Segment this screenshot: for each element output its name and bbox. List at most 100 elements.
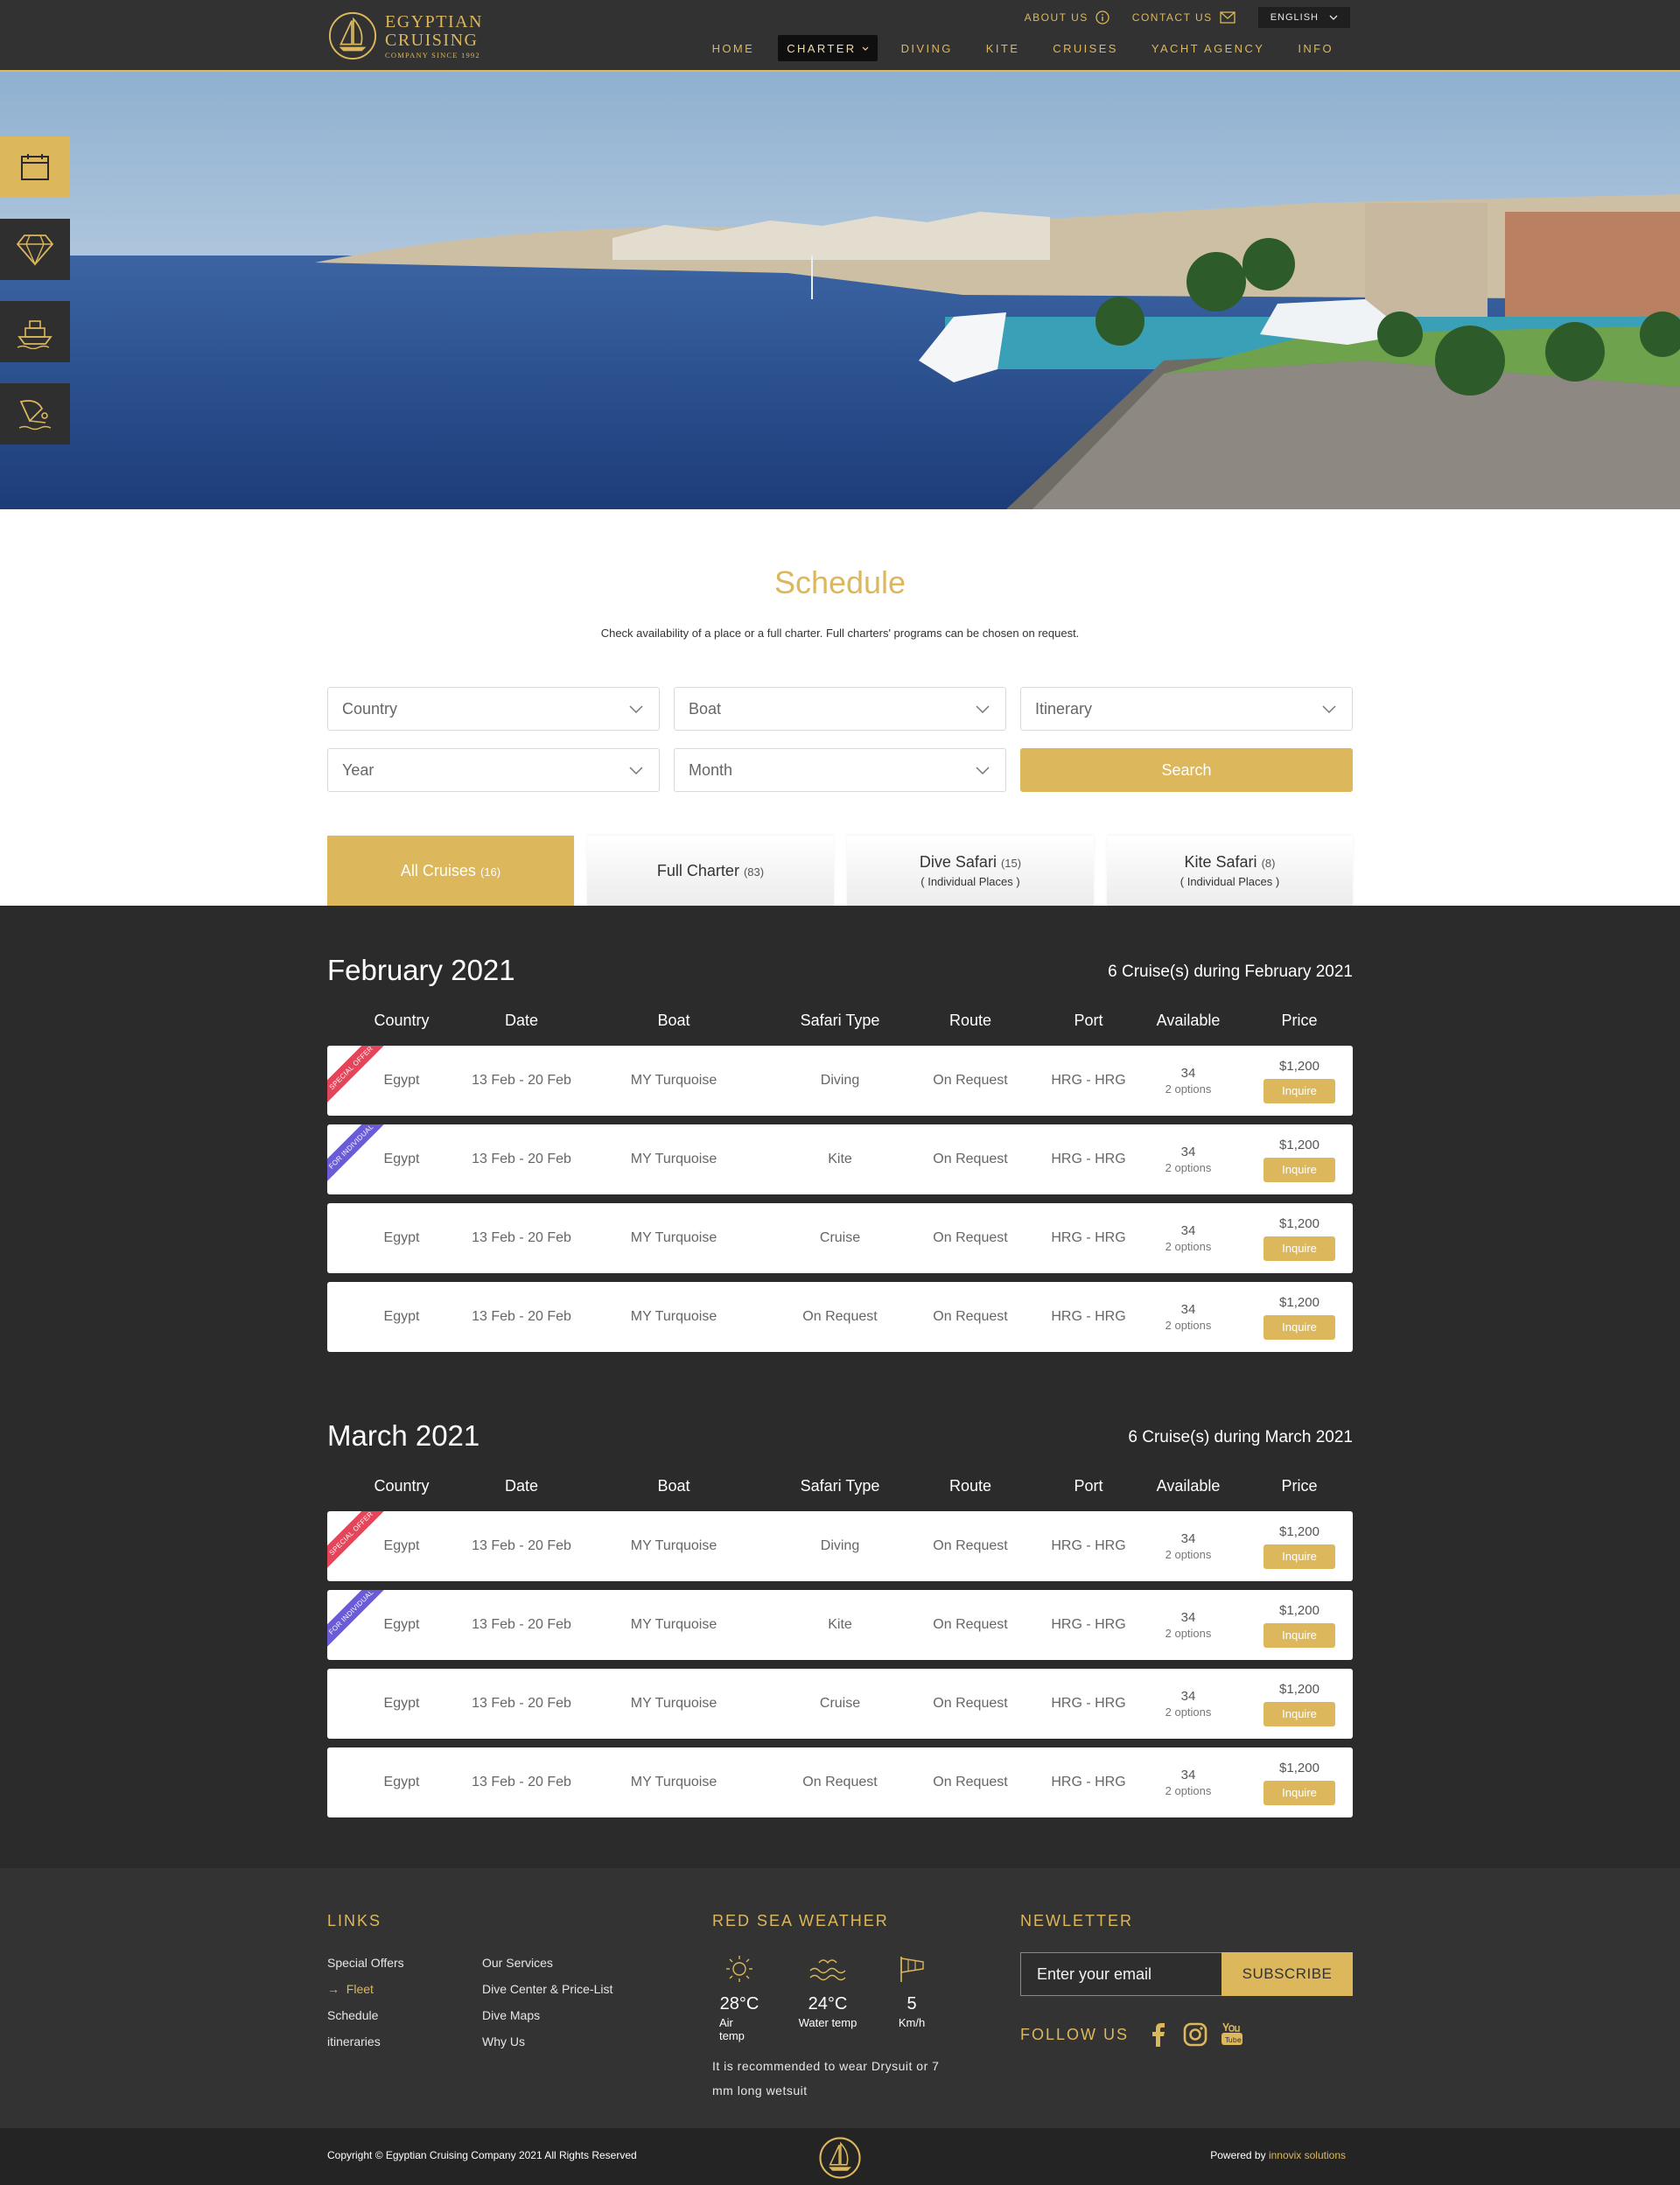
schedule-side-button[interactable] <box>0 137 70 198</box>
tab-label: Full Charter <box>656 861 739 879</box>
nav-item-home[interactable]: HOME <box>696 35 772 61</box>
email-field[interactable]: Enter your email <box>1020 1952 1222 1996</box>
available-options[interactable]: 2 options <box>1166 1319 1212 1332</box>
column-headers: Country Date Boat Safari Type Route Port Avail… <box>327 1477 1353 1503</box>
tab-label: All Cruises <box>400 861 476 879</box>
inquire-button[interactable]: Inquire <box>1264 1314 1335 1340</box>
language-select[interactable]: ENGLISH <box>1257 7 1350 28</box>
footer-link-fleet[interactable]: → Fleet <box>327 1982 374 1996</box>
cell-country: Egypt <box>383 1073 420 1088</box>
cell-price: $1,200 Inquire <box>1264 1203 1335 1273</box>
inquire-button[interactable]: Inquire <box>1264 1157 1335 1182</box>
cell-country: Egypt <box>383 1230 420 1245</box>
nav-item-kite[interactable]: KITE <box>970 35 1037 61</box>
nav-item-diving[interactable]: DIVING <box>885 35 970 61</box>
nav-item-cruises[interactable]: CRUISES <box>1036 35 1135 61</box>
footer-link-special-offers[interactable]: Special Offers <box>327 1956 404 1970</box>
price-value: $1,200 <box>1279 1058 1320 1074</box>
footer-link-schedule[interactable]: Schedule <box>327 2008 378 2022</box>
cell-port: HRG - HRG <box>1051 1073 1126 1088</box>
table-row: FOR INDIVIDUAL Egypt 13 Feb - 20 Feb MY Tur… <box>327 1124 1353 1194</box>
cell-date: 13 Feb - 20 Feb <box>472 1617 571 1632</box>
price-value: $1,200 <box>1279 1602 1320 1618</box>
chevron-down-icon <box>862 46 869 51</box>
inquire-button[interactable]: Inquire <box>1264 1701 1335 1726</box>
available-options[interactable]: 2 options <box>1166 1161 1212 1174</box>
cruises-side-button[interactable] <box>0 301 70 362</box>
inquire-button[interactable]: Inquire <box>1264 1078 1335 1103</box>
table-row: Egypt 13 Feb - 20 Feb MY Turquoise On Reque… <box>327 1282 1353 1352</box>
waves-icon <box>809 1959 846 1981</box>
inquire-button[interactable]: Inquire <box>1264 1236 1335 1261</box>
price-value: $1,200 <box>1279 1681 1320 1697</box>
boat-select[interactable]: Boat <box>674 687 1006 731</box>
offers-side-button[interactable] <box>0 219 70 280</box>
inquire-button[interactable]: Inquire <box>1264 1544 1335 1569</box>
nav-item-charter[interactable]: CHARTER <box>778 35 878 61</box>
instagram-icon[interactable] <box>1181 2020 1209 2048</box>
cell-price: $1,200 Inquire <box>1264 1590 1335 1660</box>
nav-item-yacht-agency[interactable]: YACHT AGENCY <box>1135 35 1281 61</box>
column-header: Boat <box>657 1012 690 1029</box>
powered-by: Powered by innovix solutions <box>1210 2149 1346 2161</box>
available-options[interactable]: 2 options <box>1166 1705 1212 1719</box>
column-header: Safari Type <box>800 1012 880 1029</box>
table-row: SPECIAL OFFER Egypt 13 Feb - 20 Feb MY Turq… <box>327 1046 1353 1116</box>
available-options[interactable]: 2 options <box>1166 1548 1212 1561</box>
tab-full-charter[interactable]: Full Charter (83) <box>587 836 834 906</box>
weather-note: It is recommended to wear Drysuit or 7 m… <box>712 2059 940 2097</box>
available-count: 34 <box>1180 1689 1196 1704</box>
nav-item-info[interactable]: INFO <box>1281 35 1350 61</box>
site-footer: LINKS Special Offers → Fleet Schedule it… <box>0 1868 1680 2128</box>
arrow-right-icon: → <box>327 1982 340 1996</box>
boat-select-label: Boat <box>689 699 722 718</box>
cell-boat: MY Turquoise <box>630 1538 718 1553</box>
country-select[interactable]: Country <box>327 687 660 731</box>
air-temp: 28°C Air temp <box>719 1954 760 2042</box>
cell-country: Egypt <box>383 1309 420 1324</box>
about-us-link[interactable]: ABOUT US <box>1025 11 1110 25</box>
inquire-button[interactable]: Inquire <box>1264 1622 1335 1648</box>
facebook-icon[interactable] <box>1144 2020 1172 2048</box>
cell-port: HRG - HRG <box>1051 1617 1126 1632</box>
cell-country: Egypt <box>383 1617 420 1632</box>
year-select[interactable]: Year <box>327 748 660 792</box>
cell-available: 34 2 options <box>1166 1046 1212 1116</box>
contact-us-link[interactable]: CONTACT US <box>1132 11 1236 24</box>
cell-type: On Request <box>802 1775 878 1789</box>
inquire-button[interactable]: Inquire <box>1264 1780 1335 1805</box>
available-count: 34 <box>1180 1531 1196 1546</box>
footer-link-dive-maps[interactable]: Dive Maps <box>482 2008 540 2022</box>
available-options[interactable]: 2 options <box>1166 1082 1212 1096</box>
youtube-icon[interactable]: Tube <box>1218 2020 1246 2048</box>
kite-side-button[interactable] <box>0 383 70 445</box>
itinerary-select[interactable]: Itinerary <box>1020 687 1353 731</box>
month-select[interactable]: Month <box>674 748 1006 792</box>
wind-speed-label: Km/h <box>898 2016 926 2029</box>
cell-price: $1,200 Inquire <box>1264 1669 1335 1739</box>
marina-photo <box>0 72 1680 509</box>
available-options[interactable]: 2 options <box>1166 1784 1212 1797</box>
search-button[interactable]: Search <box>1020 748 1353 792</box>
footer-link-our-services[interactable]: Our Services <box>482 1956 553 1970</box>
cell-available: 34 2 options <box>1166 1203 1212 1273</box>
table-row: Egypt 13 Feb - 20 Feb MY Turquoise On Reque… <box>327 1747 1353 1817</box>
tab-all-cruises[interactable]: All Cruises (16) <box>327 836 574 906</box>
site-header: EGYPTIAN CRUISING COMPANY SINCE 1992 ABO… <box>0 0 1680 72</box>
cell-date: 13 Feb - 20 Feb <box>472 1309 571 1324</box>
cell-route: On Request <box>933 1775 1008 1789</box>
footer-link-itineraries[interactable]: itineraries <box>327 2034 381 2048</box>
tab-kite-safari[interactable]: Kite Safari (8) ( Individual Places ) <box>1107 836 1353 906</box>
subscribe-button[interactable]: SUBSCRIBE <box>1222 1952 1353 1996</box>
footer-link-dive-center[interactable]: Dive Center & Price-List <box>482 1982 612 1996</box>
available-options[interactable]: 2 options <box>1166 1627 1212 1640</box>
tab-dive-safari[interactable]: Dive Safari (15) ( Individual Places ) <box>847 836 1094 906</box>
sailboat-logo-icon[interactable] <box>817 2135 863 2181</box>
powered-by-link[interactable]: innovix solutions <box>1269 2149 1346 2161</box>
cell-boat: MY Turquoise <box>630 1073 718 1088</box>
cell-port: HRG - HRG <box>1051 1538 1126 1553</box>
footer-link-why-us[interactable]: Why Us <box>482 2034 525 2048</box>
brand-logo[interactable]: EGYPTIAN CRUISING COMPANY SINCE 1992 <box>327 9 520 63</box>
column-header: Route <box>948 1012 992 1029</box>
available-options[interactable]: 2 options <box>1166 1240 1212 1253</box>
